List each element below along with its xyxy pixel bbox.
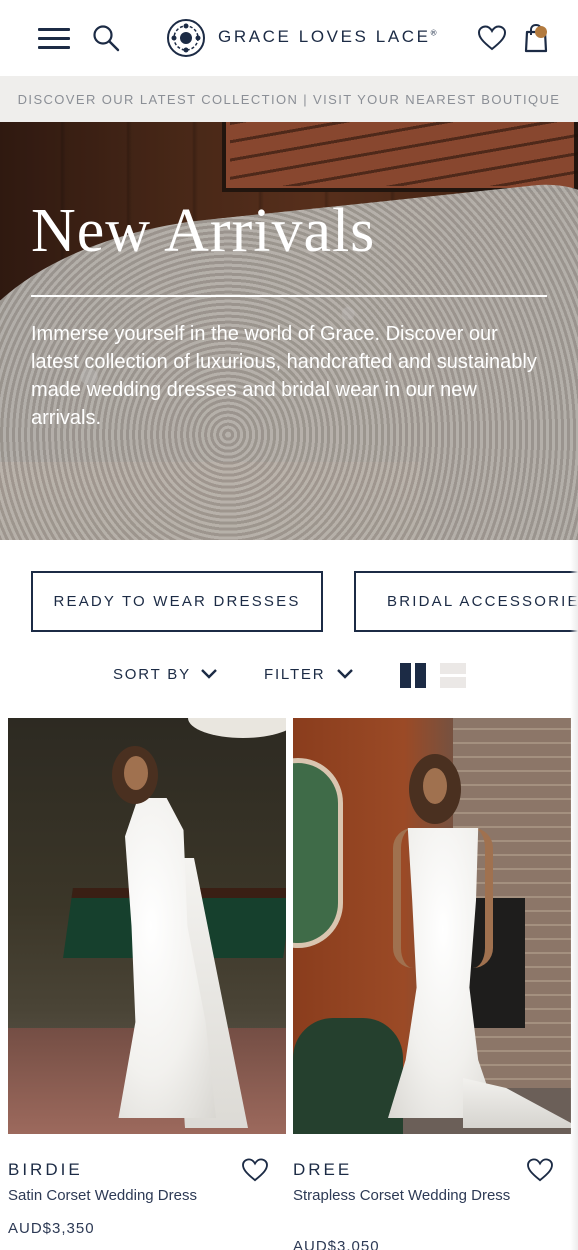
list-view-icon[interactable] xyxy=(440,663,466,688)
wishlist-heart-icon[interactable] xyxy=(527,1158,553,1182)
product-image[interactable] xyxy=(8,718,286,1134)
category-bridal-accessories-button[interactable]: BRIDAL ACCESSORIES xyxy=(354,571,578,632)
wishlist-heart-icon[interactable] xyxy=(242,1158,268,1182)
product-name[interactable]: BIRDIE xyxy=(8,1160,83,1180)
site-header: GRACE LOVES LACE® xyxy=(0,0,578,76)
hero-description: Immerse yourself in the world of Grace. … xyxy=(31,323,537,429)
product-image[interactable] xyxy=(293,718,571,1134)
announcement-text[interactable]: DISCOVER OUR LATEST COLLECTION | VISIT Y… xyxy=(18,92,561,107)
product-price: AUD$3,350 xyxy=(8,1220,95,1237)
grid-view-icon[interactable] xyxy=(400,663,426,688)
cart-badge xyxy=(535,26,547,38)
filter-button[interactable]: FILTER xyxy=(264,666,325,683)
product-price: AUD$3,050 xyxy=(293,1238,380,1250)
brand-logo-icon[interactable] xyxy=(166,18,206,58)
menu-icon[interactable] xyxy=(38,26,70,50)
hero-title: New Arrivals xyxy=(31,197,376,265)
category-ready-to-wear-button[interactable]: READY TO WEAR DRESSES xyxy=(31,571,323,632)
brand-name[interactable]: GRACE LOVES LACE® xyxy=(218,27,439,47)
chevron-down-icon[interactable] xyxy=(336,668,354,680)
announcement-bar[interactable]: DISCOVER OUR LATEST COLLECTION | VISIT Y… xyxy=(0,76,578,122)
product-description: Strapless Corset Wedding Dress xyxy=(293,1187,511,1204)
sort-by-button[interactable]: SORT BY xyxy=(113,666,191,683)
chevron-down-icon[interactable] xyxy=(200,668,218,680)
hero-divider xyxy=(31,295,547,297)
scroll-edge-shadow xyxy=(570,540,578,1250)
product-card[interactable]: DREE Strapless Corset Wedding Dress AUD$… xyxy=(293,718,571,1250)
sort-filter-bar: SORT BY FILTER xyxy=(0,660,578,690)
product-card[interactable]: BIRDIE Satin Corset Wedding Dress AUD$3,… xyxy=(8,718,286,1237)
wishlist-heart-icon[interactable] xyxy=(478,25,506,51)
search-icon[interactable] xyxy=(92,24,120,52)
product-name[interactable]: DREE xyxy=(293,1160,352,1180)
product-description: Satin Corset Wedding Dress xyxy=(8,1187,197,1204)
